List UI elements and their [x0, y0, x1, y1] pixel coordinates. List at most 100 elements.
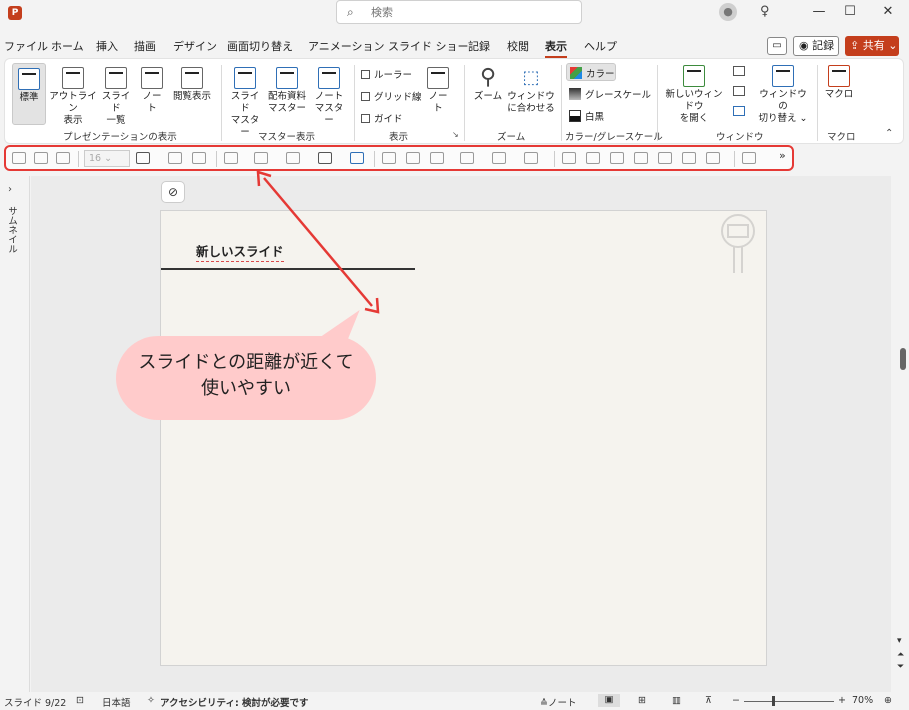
font-color-icon[interactable] [224, 152, 238, 164]
guides-checkbox[interactable]: ガイド [361, 111, 403, 125]
accessibility-status[interactable]: アクセシビリティ: 検討が必要です [160, 695, 309, 709]
shape-fill-icon[interactable] [254, 152, 268, 164]
align-bottom-icon[interactable] [586, 152, 600, 164]
slide-sorter-status-icon[interactable]: ⊞ [638, 695, 646, 706]
close-button[interactable]: ✕ [874, 3, 902, 21]
align-object-right-icon[interactable] [634, 152, 648, 164]
search-input[interactable] [371, 4, 571, 20]
zoom-slider[interactable] [744, 701, 834, 702]
align-top-icon[interactable] [562, 152, 576, 164]
tab-home[interactable]: ホーム [51, 38, 84, 54]
spell-check-icon[interactable]: ⊡ [76, 695, 84, 706]
new-window-button[interactable]: 新しいウィンドウ を開く [661, 65, 727, 125]
search-box[interactable]: ⌕ [336, 0, 582, 24]
expand-thumbnails-icon[interactable]: › [8, 184, 12, 195]
scrollbar-thumb[interactable] [900, 348, 906, 370]
align-middle-icon[interactable] [658, 152, 672, 164]
align-left-icon[interactable] [382, 152, 396, 164]
more-commands-icon[interactable]: » [779, 149, 786, 162]
group-label-show: 表示 [389, 132, 409, 143]
comments-button[interactable]: ▭ [767, 37, 787, 55]
zoom-in-button[interactable]: + [838, 695, 846, 706]
zoom-button[interactable]: ⚲ ズーム [470, 65, 506, 103]
thumbnails-label[interactable]: サムネイル [4, 206, 18, 254]
vertical-scrollbar[interactable] [894, 176, 909, 692]
replace-icon[interactable] [350, 152, 364, 164]
reading-view-status-icon[interactable]: ▥ [672, 695, 681, 706]
black-white-button[interactable]: 白黒 [569, 109, 604, 123]
handout-master-button[interactable]: 配布資料 マスター [265, 67, 309, 115]
zoom-out-button[interactable]: − [732, 695, 740, 706]
user-avatar-icon[interactable]: ● [719, 3, 737, 21]
tab-slideshow[interactable]: スライド ショー [388, 38, 469, 54]
color-button[interactable]: カラー [566, 63, 616, 81]
tab-animations[interactable]: アニメーション [308, 38, 385, 54]
notes-page-button[interactable]: ノー ト [138, 67, 166, 115]
distribute-horizontal-icon[interactable] [682, 152, 696, 164]
grayscale-button[interactable]: グレースケール [569, 87, 651, 101]
tab-design[interactable]: デザイン [173, 38, 217, 54]
move-split-icon[interactable] [733, 106, 745, 116]
bullets-icon[interactable] [492, 152, 506, 164]
title-bar: P ⌕ ● ♀ — ☐ ✕ [0, 0, 909, 28]
slide-sorter-button[interactable]: スライド 一覧 [99, 67, 133, 127]
share-button[interactable]: ⇪ 共有 ⌄ [845, 36, 899, 56]
align-object-left-icon[interactable] [610, 152, 624, 164]
maximize-button[interactable]: ☐ [836, 3, 864, 21]
ruler-checkbox[interactable]: ルーラー [361, 67, 412, 81]
font-size-value: 16 [89, 153, 102, 164]
fit-slide-icon[interactable]: ⊕ [884, 695, 892, 706]
bring-forward-icon[interactable] [168, 152, 182, 164]
outline-view-button[interactable]: アウトライン 表示 [49, 67, 97, 127]
gridlines-checkbox[interactable]: グリッド線 [361, 89, 422, 103]
reading-view-button[interactable]: 閲覧表示 [169, 67, 215, 103]
lightbulb-icon[interactable]: ♀ [760, 4, 770, 19]
notes-toggle[interactable]: ≙ノート [540, 695, 576, 709]
shape-outline-icon[interactable] [286, 152, 300, 164]
slide[interactable] [160, 210, 767, 666]
line-spacing-icon[interactable] [430, 152, 444, 164]
tab-insert[interactable]: 挿入 [96, 38, 118, 54]
tab-draw[interactable]: 描画 [134, 38, 156, 54]
normal-view-button[interactable]: 標準 [12, 63, 46, 125]
normal-view-status-button[interactable]: ▣ [598, 694, 620, 707]
tab-view[interactable]: 表示 [545, 38, 567, 58]
font-size-select[interactable]: 16 ⌄ [84, 150, 130, 167]
table-icon[interactable] [742, 152, 756, 164]
tab-transitions[interactable]: 画面切り替え [227, 38, 293, 54]
tab-record[interactable]: 記録 [468, 38, 490, 54]
previous-slide-icon[interactable]: ⏶ [897, 650, 904, 660]
next-slide-icon[interactable]: ⏷ [897, 662, 904, 672]
zoom-level[interactable]: 70% [852, 695, 873, 706]
copilot-icon[interactable]: ⊘ [161, 181, 185, 203]
collapse-ribbon-icon[interactable]: ⌃ [885, 128, 893, 139]
shapes-icon[interactable] [318, 152, 332, 164]
rotate-icon[interactable] [706, 152, 720, 164]
slide-title[interactable]: 新しいスライド [196, 241, 284, 262]
distribute-icon[interactable] [56, 152, 70, 164]
macros-button[interactable]: マクロ [823, 65, 855, 101]
dialog-launcher-icon[interactable]: ↘ [452, 130, 459, 139]
record-button[interactable]: ◉ 記録 [793, 36, 839, 56]
scroll-down-icon[interactable]: ▾ [897, 636, 902, 646]
tab-file[interactable]: ファイル [4, 38, 48, 54]
minimize-button[interactable]: — [805, 3, 833, 21]
switch-windows-button[interactable]: ウィンドウの 切り替え ⌄ [755, 65, 811, 125]
tab-help[interactable]: ヘルプ [584, 38, 617, 54]
cascade-icon[interactable] [733, 86, 745, 96]
slideshow-status-icon[interactable]: ⊼ [705, 695, 712, 706]
align-center-object-icon[interactable] [34, 152, 48, 164]
align-center-icon[interactable] [406, 152, 420, 164]
numbering-icon[interactable] [524, 152, 538, 164]
text-box-icon[interactable] [136, 152, 150, 164]
language-indicator[interactable]: 日本語 [102, 695, 131, 709]
tab-review[interactable]: 校閲 [507, 38, 529, 54]
notes-button[interactable]: ノー ト [424, 67, 452, 115]
zoom-slider-thumb[interactable] [772, 696, 775, 706]
format-painter-icon[interactable] [12, 152, 26, 164]
fit-to-window-button[interactable]: ⬚ ウィンドウ に合わせる [507, 65, 555, 115]
notes-master-button[interactable]: ノート マスター [311, 67, 347, 127]
text-direction-icon[interactable] [460, 152, 474, 164]
arrange-all-icon[interactable] [733, 66, 745, 76]
send-backward-icon[interactable] [192, 152, 206, 164]
